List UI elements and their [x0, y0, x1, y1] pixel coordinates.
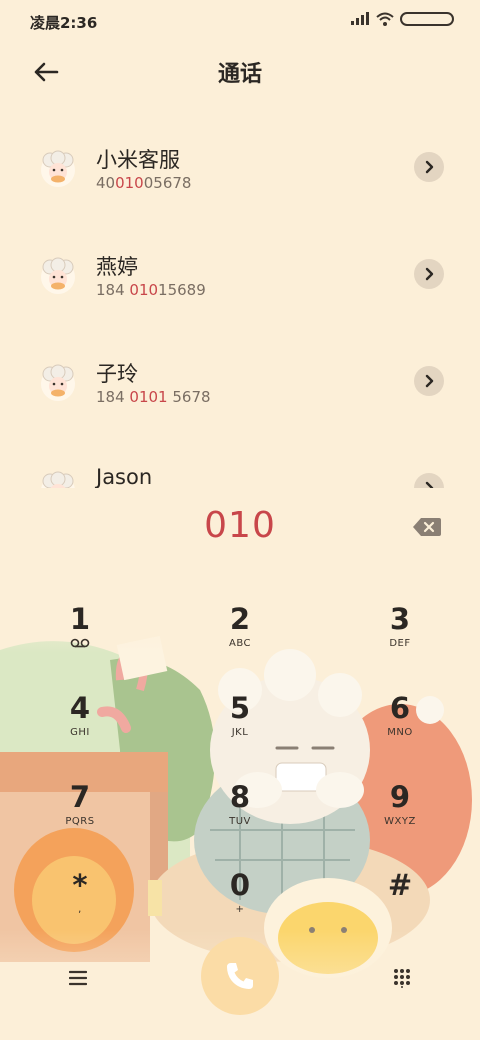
key-1[interactable]: 1	[20, 602, 140, 672]
chevron-right-icon	[425, 374, 434, 388]
phone-icon	[227, 963, 253, 989]
contact-item[interactable]: Jason 184 0101 5678	[0, 431, 480, 488]
contact-detail-button[interactable]	[414, 259, 444, 289]
menu-button[interactable]	[62, 964, 94, 992]
contact-number: 4001005678	[96, 174, 192, 192]
wifi-icon	[376, 12, 394, 26]
status-time: 凌晨2:36	[30, 14, 98, 32]
contact-detail-button[interactable]	[414, 473, 444, 488]
call-button[interactable]	[201, 937, 279, 1015]
key-star[interactable]: * ,	[20, 868, 140, 938]
battery-icon	[400, 12, 454, 26]
key-digit: 3	[389, 602, 411, 636]
avatar	[41, 364, 75, 401]
key-digit: 4	[69, 691, 91, 725]
contact-item[interactable]: 小米客服 4001005678	[0, 110, 480, 210]
key-letters: TUV	[229, 816, 251, 827]
contact-name: 燕婷	[96, 255, 138, 279]
key-digit: #	[387, 868, 413, 902]
key-digit: 1	[69, 602, 91, 636]
key-4[interactable]: 4 GHI	[20, 691, 140, 761]
key-6[interactable]: 6 MNO	[340, 691, 460, 761]
key-letters: GHI	[70, 727, 90, 738]
status-icons	[350, 12, 454, 26]
chevron-right-icon	[425, 160, 434, 174]
key-3[interactable]: 3 DEF	[340, 602, 460, 672]
key-7[interactable]: 7 PQRS	[20, 780, 140, 850]
key-digit: 5	[229, 691, 251, 725]
header: 通话	[0, 44, 480, 100]
key-letters: ,	[78, 904, 82, 915]
signal-icon	[351, 12, 369, 25]
key-letters: +	[235, 904, 245, 915]
avatar	[41, 150, 75, 187]
contact-list: 小米客服 4001005678 燕婷 184 01015689 子玲 184 0…	[0, 100, 480, 488]
contact-number: 184 01015689	[96, 281, 206, 299]
key-letters: PQRS	[65, 816, 95, 827]
backspace-icon[interactable]	[412, 516, 442, 538]
key-digit: 6	[389, 691, 411, 725]
contact-item[interactable]: 燕婷 184 01015689	[0, 217, 480, 317]
avatar	[41, 471, 75, 488]
contact-detail-button[interactable]	[414, 152, 444, 182]
key-letters: JKL	[231, 727, 249, 738]
key-letters: WXYZ	[384, 816, 416, 827]
key-digit: 0	[229, 868, 251, 902]
contact-number: 184 0101 5678	[96, 388, 211, 406]
contact-name: 子玲	[96, 362, 138, 386]
contact-item[interactable]: 子玲 184 0101 5678	[0, 324, 480, 424]
contact-name: Jason	[96, 465, 153, 488]
key-digit: 7	[69, 780, 91, 814]
bottom-bar	[0, 930, 480, 1040]
avatar	[41, 257, 75, 294]
voicemail-icon	[70, 638, 90, 648]
key-letters: ABC	[228, 638, 251, 649]
key-0[interactable]: 0 +	[180, 868, 300, 938]
key-9[interactable]: 9 WXYZ	[340, 780, 460, 850]
key-2[interactable]: 2 ABC	[180, 602, 300, 672]
chevron-right-icon	[425, 481, 434, 488]
page-title: 通话	[217, 62, 262, 87]
key-digit: 2	[229, 602, 251, 636]
key-digit: 8	[229, 780, 251, 814]
contact-detail-button[interactable]	[414, 366, 444, 396]
key-letters: DEF	[389, 638, 411, 649]
key-digit: 9	[389, 780, 411, 814]
key-hash[interactable]: #	[340, 868, 460, 938]
dialpad-icon	[394, 969, 410, 988]
key-5[interactable]: 5 JKL	[180, 691, 300, 761]
key-digit: *	[72, 868, 88, 902]
menu-icon	[69, 970, 87, 986]
key-letters: MNO	[387, 727, 413, 738]
dialpad: 1 2 ABC 3 DEF 4 GHI 5 JKL 6 MNO 7 PQRS 8…	[0, 600, 480, 960]
chevron-right-icon	[425, 267, 434, 281]
key-8[interactable]: 8 TUV	[180, 780, 300, 850]
dialpad-toggle-button[interactable]	[386, 962, 418, 994]
contact-name: 小米客服	[96, 148, 180, 172]
dial-input: 010	[204, 505, 276, 546]
status-bar: 凌晨2:36	[0, 0, 480, 44]
